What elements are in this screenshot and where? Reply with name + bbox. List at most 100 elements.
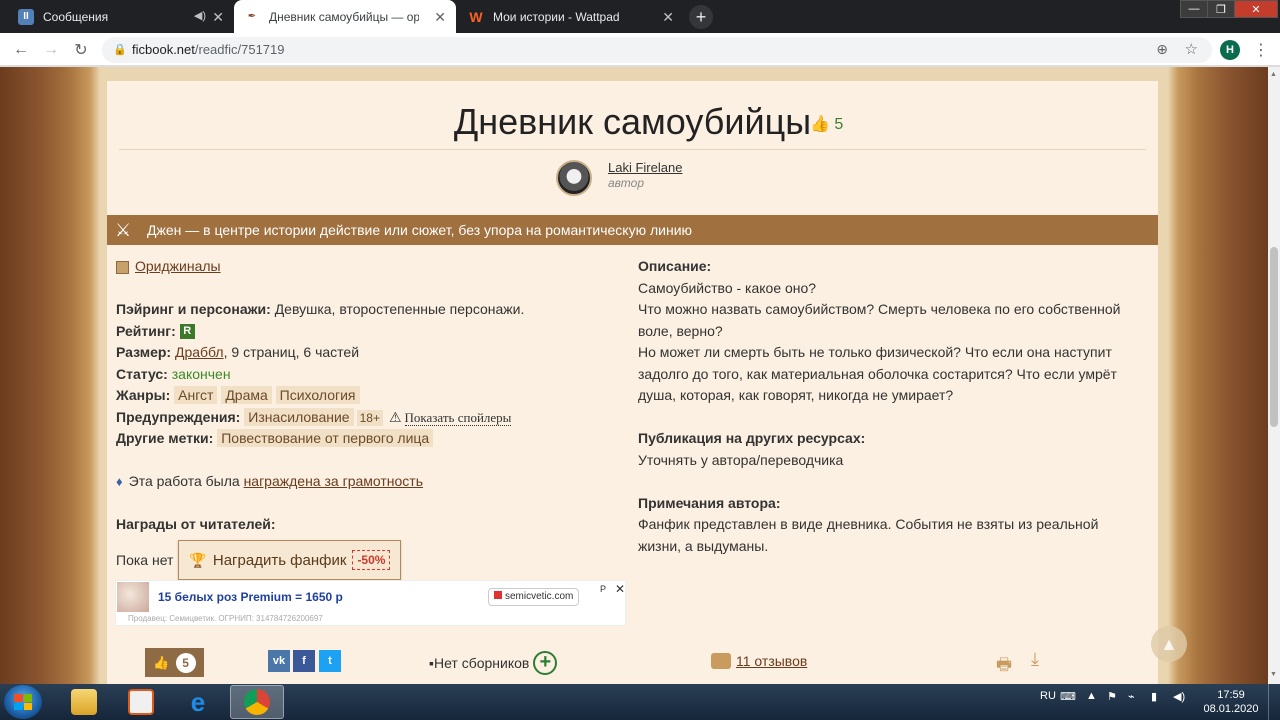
size-link[interactable]: Драббл	[175, 344, 224, 360]
like-count: 5	[175, 652, 196, 673]
rating-label: Рейтинг:	[116, 322, 176, 339]
language-indicator[interactable]: RU	[1040, 690, 1056, 702]
keyboard-icon[interactable]: ⌨	[1060, 690, 1076, 703]
tab-wattpad[interactable]: W Мои истории - Wattpad ✕	[458, 0, 684, 33]
warnings-label: Предупреждения:	[116, 408, 241, 425]
network-icon[interactable]: ▮	[1151, 690, 1157, 703]
explorer-taskbar-icon[interactable]	[57, 685, 111, 719]
pairing-value[interactable]: Девушка, второстепенные персонажи.	[275, 301, 525, 317]
genres-label: Жанры:	[116, 387, 171, 403]
add-to-collection-icon[interactable]: +	[533, 651, 558, 675]
maximize-button[interactable]: ❐	[1207, 0, 1235, 18]
other-tag[interactable]: Повествование от первого лица	[217, 429, 434, 447]
print-icon[interactable]: 🖶	[996, 652, 1016, 674]
clock-date: 08.01.2020	[1203, 703, 1259, 715]
minimize-button[interactable]: —	[1180, 0, 1208, 18]
comment-bubble-icon	[711, 653, 731, 669]
windows-taskbar: e RU ⌨ ▲ ⚑ ⌁ ▮ ◀) 17:59 08.01.2020	[0, 684, 1280, 720]
speaker-icon[interactable]: ◀)	[194, 9, 206, 22]
new-tab-button[interactable]: +	[689, 5, 713, 29]
url-text[interactable]: ficbook.net/readfic/751719	[132, 42, 285, 57]
genre-tag[interactable]: Психология	[275, 386, 360, 404]
author-avatar[interactable]	[556, 160, 592, 196]
scroll-down-arrow-icon[interactable]: ▼	[1270, 671, 1277, 678]
profile-avatar[interactable]: H	[1220, 40, 1240, 60]
ad-image[interactable]	[117, 582, 149, 612]
fanfic-card: Дневник самоубийцы 👍 5 Laki Firelane авт…	[107, 81, 1158, 684]
system-clock[interactable]: 17:59 08.01.2020	[1199, 688, 1263, 716]
start-button[interactable]	[4, 685, 42, 719]
like-button[interactable]: 👍 5	[145, 648, 204, 677]
status-label: Статус:	[116, 365, 168, 382]
power-icon[interactable]: ⌁	[1128, 690, 1135, 703]
scroll-to-top-icon[interactable]: ▲	[1151, 626, 1187, 662]
publication-label: Публикация на других ресурсах:	[638, 430, 866, 446]
vk-share-icon[interactable]: vk	[268, 650, 290, 672]
show-desktop-button[interactable]	[1268, 684, 1280, 720]
grammar-award-link[interactable]: награждена за грамотность	[244, 473, 423, 489]
ad-site-icon	[494, 591, 502, 599]
tab-title: Мои истории - Wattpad	[493, 9, 620, 24]
media-player-taskbar-icon[interactable]	[114, 685, 168, 719]
page-scrollbar[interactable]: ▲ ▼	[1268, 67, 1280, 684]
description-line: Но может ли смерть быть не только физиче…	[638, 344, 1112, 360]
zoom-plus-icon[interactable]: ⊕	[1156, 41, 1168, 58]
other-tags-label: Другие метки:	[116, 430, 214, 446]
discount-badge: -50%	[352, 550, 391, 570]
genre-tag[interactable]: Драма	[221, 386, 272, 404]
close-icon[interactable]: ✕	[434, 9, 446, 26]
menu-dots-icon[interactable]: ⋮	[1250, 39, 1272, 61]
age-badge: 18+	[356, 409, 383, 426]
facebook-share-icon[interactable]: f	[293, 650, 315, 672]
reload-icon[interactable]: ↻	[70, 39, 92, 61]
reviews-link[interactable]: 11 отзывов	[711, 653, 807, 669]
ad-domain-button[interactable]: semicvetic.com	[488, 588, 580, 606]
rating-badge[interactable]: R	[179, 324, 195, 340]
reviews-count: 11 отзывов	[736, 653, 808, 669]
description-line: Самоубийство - какое оно?	[638, 279, 817, 296]
warning-tag[interactable]: Изнасилование	[244, 407, 354, 426]
ad-seller-info: Продавец: Семицветик. ОГРНИП: 3147847262…	[128, 614, 323, 623]
scroll-up-arrow-icon[interactable]: ▲	[1270, 71, 1277, 78]
ad-banner[interactable]: 15 белых роз Premium = 1650 р semicvetic…	[115, 580, 626, 626]
no-awards-text: Пока нет	[116, 552, 174, 568]
genre-tag[interactable]: Ангст	[174, 386, 218, 404]
tray-arrow-icon[interactable]: ▲	[1086, 690, 1097, 702]
pairing-label: Пэйринг и персонажи:	[116, 301, 271, 317]
collections-text: Нет сборников	[433, 655, 530, 671]
work-actions-bar: 👍 5 vk f t ▪ Нет сборников + 11 отзывов …	[107, 648, 1158, 684]
volume-icon[interactable]: ◀)	[1173, 690, 1185, 703]
chrome-taskbar-icon[interactable]	[230, 685, 284, 719]
author-link[interactable]: Laki Firelane	[608, 160, 682, 175]
ad-close-icon[interactable]: ✕	[615, 582, 625, 596]
work-title: Дневник самоубийцы	[453, 101, 812, 142]
close-window-button[interactable]: ✕	[1234, 0, 1278, 18]
ie-taskbar-icon[interactable]: e	[171, 685, 225, 719]
close-icon[interactable]: ✕	[212, 9, 224, 26]
show-spoilers-link[interactable]: Показать спойлеры	[404, 409, 512, 426]
close-icon[interactable]: ✕	[662, 9, 674, 26]
notes-line: жизни, а выдуманы.	[638, 537, 769, 554]
description-line: Что можно назвать самоубийством? Смерть …	[638, 301, 1121, 317]
notes-label: Примечания автора:	[638, 494, 781, 511]
award-fanfic-button[interactable]: 🏆 Наградить фанфик -50%	[178, 540, 402, 580]
back-arrow-icon[interactable]: ←	[10, 39, 32, 61]
browser-tab-bar: II Сообщения ◀) ✕ ✒ Дневник самоубийцы —…	[0, 0, 1280, 33]
publication-value: Уточнять у автора/переводчика	[638, 451, 844, 468]
tab-ficbook[interactable]: ✒ Дневник самоубийцы — ориджинал ✕	[234, 0, 456, 33]
bookmark-star-icon[interactable]: ☆	[1185, 40, 1198, 58]
ad-title[interactable]: 15 белых роз Premium = 1650 р	[158, 590, 343, 604]
address-bar[interactable]: 🔒 ficbook.net/readfic/751719 ⊕ ☆	[102, 37, 1212, 63]
flag-icon[interactable]: ⚑	[1107, 690, 1117, 703]
fandom-link[interactable]: Ориджиналы	[135, 258, 221, 274]
award-button-label: Наградить фанфик	[212, 551, 347, 569]
forward-arrow-icon[interactable]: →	[40, 39, 62, 61]
tab-title: Сообщения	[43, 9, 109, 24]
scrollbar-thumb[interactable]	[1270, 247, 1278, 427]
thumbs-up-icon: 👍	[810, 116, 830, 133]
tab-messages[interactable]: II Сообщения ◀) ✕	[8, 0, 234, 33]
twitter-share-icon[interactable]: t	[319, 650, 341, 672]
browser-toolbar: ← → ↻ 🔒 ficbook.net/readfic/751719 ⊕ ☆ H…	[0, 33, 1280, 66]
download-icon[interactable]: ⤓	[1031, 649, 1053, 671]
description-label: Описание:	[638, 258, 712, 274]
